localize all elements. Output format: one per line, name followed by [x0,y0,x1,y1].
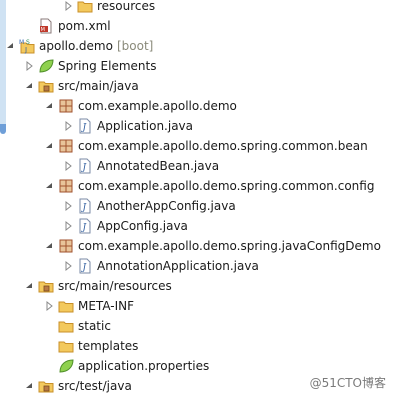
tree-item-label: com.example.apollo.demo.spring.javaConfi… [78,239,381,253]
package-icon [58,238,74,254]
tree-item-meta-inf[interactable]: META-INF [43,296,134,316]
tree-item-java-file[interactable]: AnotherAppConfig.java [62,196,236,216]
tree-item-label: META-INF [78,299,135,313]
tree-item-label: AnnotationApplication.java [97,259,259,273]
tree-item-java-file[interactable]: AnnotatedBean.java [62,156,219,176]
folder-icon [77,0,93,14]
java-file-icon [77,218,93,234]
tree-item-label: application.properties [78,359,210,373]
collapse-arrow-icon[interactable] [43,180,55,192]
expand-arrow-icon[interactable] [62,160,74,172]
tree-item-label: pom.xml [58,19,111,33]
collapse-arrow-icon[interactable] [43,140,55,152]
package-icon [58,178,74,194]
scrollbar-track[interactable] [0,0,6,134]
tree-item-java-file[interactable]: AppConfig.java [62,216,188,236]
tree-item-label: src/main/resources [58,279,172,293]
tree-item-resources[interactable]: resources [62,0,155,16]
collapse-arrow-icon[interactable] [23,80,35,92]
java-file-icon [77,158,93,174]
package-icon [58,98,74,114]
source-folder-icon [38,278,54,294]
tree-item-project[interactable]: apollo.demo [boot] [4,36,153,56]
tree-item-templates[interactable]: templates [43,336,138,356]
tree-item-src-main-java[interactable]: src/main/java [23,76,139,96]
xml-file-icon [38,18,54,34]
spring-leaf-icon [38,58,54,74]
maven-project-icon [19,38,35,54]
source-folder-icon [38,78,54,94]
collapse-arrow-icon[interactable] [23,280,35,292]
tree-item-label: com.example.apollo.demo [78,99,237,113]
tree-item-src-test-java[interactable]: src/test/java [23,376,132,396]
project-boot-tag: [boot] [116,39,154,53]
collapse-arrow-icon[interactable] [4,40,16,52]
tree-item-package[interactable]: com.example.apollo.demo.spring.common.co… [43,176,374,196]
tree-item-label: Spring Elements [58,59,157,73]
expand-arrow-icon[interactable] [62,260,74,272]
tree-item-label: resources [97,0,156,13]
tree-item-label: AppConfig.java [97,219,188,233]
java-file-icon [77,198,93,214]
tree-item-package[interactable]: com.example.apollo.demo.spring.common.be… [43,136,368,156]
java-file-icon [77,118,93,134]
tree-item-label: AnnotatedBean.java [97,159,220,173]
expand-arrow-icon[interactable] [62,200,74,212]
tree-item-label: Application.java [97,119,194,133]
expand-arrow-icon[interactable] [62,0,74,12]
scrollbar-knob[interactable] [0,124,6,134]
tree-item-label: static [78,319,111,333]
folder-icon [58,298,74,314]
tree-item-static[interactable]: static [43,316,111,336]
java-file-icon [77,258,93,274]
collapse-arrow-icon[interactable] [43,240,55,252]
expand-arrow-icon[interactable] [62,120,74,132]
expand-arrow-icon[interactable] [62,220,74,232]
tree-item-label: com.example.apollo.demo.spring.common.be… [78,139,368,153]
tree-item-label: templates [78,339,139,353]
project-name: apollo.demo [39,39,113,53]
tree-item-label: com.example.apollo.demo.spring.common.co… [78,179,375,193]
expand-arrow-icon[interactable] [43,300,55,312]
tree-item-java-file[interactable]: Application.java [62,116,193,136]
tree-item-application-properties[interactable]: application.properties [43,356,209,376]
package-icon [58,138,74,154]
folder-icon [58,338,74,354]
collapse-arrow-icon[interactable] [43,100,55,112]
source-folder-icon [38,378,54,394]
watermark: @51CTO博客 [309,376,386,390]
tree-item-label: AnotherAppConfig.java [97,199,236,213]
folder-icon [58,318,74,334]
tree-item-label: src/main/java [58,79,139,93]
spring-leaf-icon [58,358,74,374]
tree-item-package[interactable]: com.example.apollo.demo [43,96,237,116]
tree-item-label: src/test/java [58,379,132,393]
tree-item-pom[interactable]: pom.xml [23,16,111,36]
collapse-arrow-icon[interactable] [23,380,35,392]
tree-item-src-main-resources[interactable]: src/main/resources [23,276,172,296]
tree-item-spring-elements[interactable]: Spring Elements [23,56,156,76]
tree-item-package[interactable]: com.example.apollo.demo.spring.javaConfi… [43,236,381,256]
tree-item-java-file[interactable]: AnnotationApplication.java [62,256,259,276]
expand-arrow-icon[interactable] [23,60,35,72]
